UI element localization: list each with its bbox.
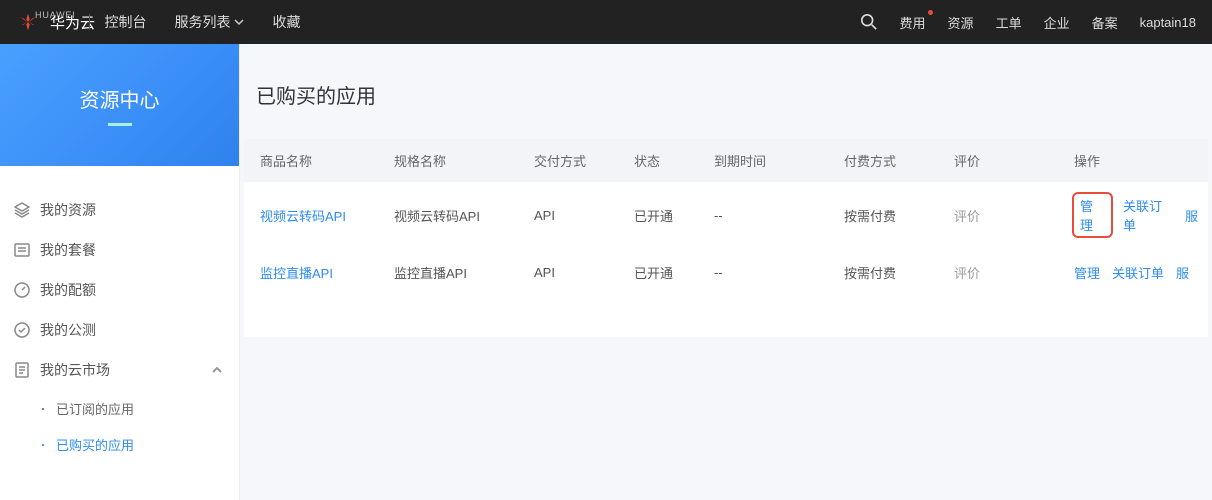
- sidebar-item-my-marketplace[interactable]: 我的云市场: [0, 350, 239, 390]
- chevron-up-icon: [211, 364, 223, 376]
- sidebar-item-my-resources[interactable]: 我的资源: [0, 190, 239, 230]
- nav-user[interactable]: kaptain18: [1140, 15, 1196, 30]
- sidebar-item-my-quota[interactable]: 我的配额: [0, 270, 239, 310]
- layers-icon: [14, 202, 30, 218]
- table-header-row: 商品名称 规格名称 交付方式 状态 到期时间 付费方式 评价 操作: [244, 139, 1208, 182]
- cell-spec: 监控直播API: [384, 249, 524, 297]
- main-content: 已购买的应用 商品名称 规格名称 交付方式 状态 到期时间 付费方式 评价 操作: [240, 44, 1212, 500]
- col-delivery: 交付方式: [524, 139, 624, 182]
- product-name-link[interactable]: 视频云转码API: [260, 209, 346, 224]
- rate-link[interactable]: 评价: [954, 266, 980, 281]
- nav-resource[interactable]: 资源: [948, 13, 974, 32]
- table-row: 视频云转码API 视频云转码API API 已开通 -- 按需付费 评价 管理 …: [244, 182, 1208, 249]
- nav-workorder[interactable]: 工单: [996, 13, 1022, 32]
- cell-pay: 按需付费: [834, 249, 944, 297]
- list-icon: [14, 242, 30, 258]
- sidebar-header: 资源中心: [0, 44, 239, 166]
- sidebar-item-purchased-apps[interactable]: 已购买的应用: [0, 426, 239, 462]
- sidebar-item-label: 已购买的应用: [56, 435, 134, 454]
- manage-link[interactable]: 管理: [1074, 263, 1100, 282]
- sidebar-item-my-packages[interactable]: 我的套餐: [0, 230, 239, 270]
- sidebar: 资源中心 我的资源 我的套餐 我的配额 我的公测: [0, 44, 240, 500]
- top-bar: 华为云 HUAWEI HUAWEI 控制台 服务列表 收藏 费用 资源 工单 企…: [0, 0, 1212, 44]
- sidebar-item-subscribed-apps[interactable]: 已订阅的应用: [0, 390, 239, 426]
- nav-services-label: 服务列表: [174, 12, 230, 32]
- gauge-icon: [14, 282, 30, 298]
- sidebar-item-label: 我的公测: [40, 320, 96, 340]
- sidebar-title: 资源中心: [80, 84, 160, 113]
- top-nav: 控制台 服务列表 收藏: [104, 12, 300, 32]
- search-icon[interactable]: [860, 13, 878, 31]
- sidebar-item-label: 我的配额: [40, 280, 96, 300]
- col-status: 状态: [624, 139, 704, 182]
- sidebar-item-label: 我的云市场: [40, 360, 110, 380]
- cell-expire: --: [704, 182, 834, 249]
- cell-spec: 视频云转码API: [384, 182, 524, 249]
- nav-enterprise[interactable]: 企业: [1044, 13, 1070, 32]
- cell-pay: 按需付费: [834, 182, 944, 249]
- brand-huawei: HUAWEI: [35, 10, 75, 20]
- col-name: 商品名称: [244, 139, 384, 182]
- cell-expire: --: [704, 249, 834, 297]
- sidebar-item-label: 我的套餐: [40, 240, 96, 260]
- product-name-link[interactable]: 监控直播API: [260, 266, 333, 281]
- nav-console[interactable]: 控制台: [104, 12, 146, 32]
- nav-record[interactable]: 备案: [1092, 13, 1118, 32]
- nav-services[interactable]: 服务列表: [174, 12, 244, 32]
- sidebar-item-label: 我的资源: [40, 200, 96, 220]
- sidebar-item-label: 已订阅的应用: [56, 399, 134, 418]
- col-op: 操作: [1064, 139, 1208, 182]
- cell-status: 已开通: [624, 249, 704, 297]
- sidebar-title-underline: [108, 123, 132, 126]
- page-title: 已购买的应用: [248, 80, 1208, 135]
- divider: [89, 14, 90, 30]
- cell-status: 已开通: [624, 182, 704, 249]
- col-rate: 评价: [944, 139, 1064, 182]
- nav-fee[interactable]: 费用: [900, 13, 926, 32]
- check-circle-icon: [14, 322, 30, 338]
- cell-delivery: API: [524, 249, 624, 297]
- col-spec: 规格名称: [384, 139, 524, 182]
- col-expire: 到期时间: [704, 139, 834, 182]
- relate-order-link[interactable]: 关联订单: [1123, 196, 1173, 234]
- sidebar-item-my-beta[interactable]: 我的公测: [0, 310, 239, 350]
- service-link[interactable]: 服: [1176, 263, 1189, 282]
- doc-icon: [14, 362, 30, 378]
- apps-table: 商品名称 规格名称 交付方式 状态 到期时间 付费方式 评价 操作 视频云转码A…: [244, 139, 1208, 297]
- sidebar-menu: 我的资源 我的套餐 我的配额 我的公测 我的云市场: [0, 166, 239, 462]
- service-link[interactable]: 服: [1185, 206, 1198, 225]
- manage-link[interactable]: 管理: [1080, 199, 1093, 233]
- chevron-down-icon: [234, 17, 244, 27]
- rate-link[interactable]: 评价: [954, 209, 980, 224]
- relate-order-link[interactable]: 关联订单: [1112, 263, 1164, 282]
- top-right-nav: 费用 资源 工单 企业 备案 kaptain18: [860, 13, 1204, 32]
- nav-favorites[interactable]: 收藏: [272, 12, 300, 32]
- cell-delivery: API: [524, 182, 624, 249]
- col-pay: 付费方式: [834, 139, 944, 182]
- content-panel: 商品名称 规格名称 交付方式 状态 到期时间 付费方式 评价 操作 视频云转码A…: [244, 139, 1208, 337]
- table-row: 监控直播API 监控直播API API 已开通 -- 按需付费 评价 管理 关联…: [244, 249, 1208, 297]
